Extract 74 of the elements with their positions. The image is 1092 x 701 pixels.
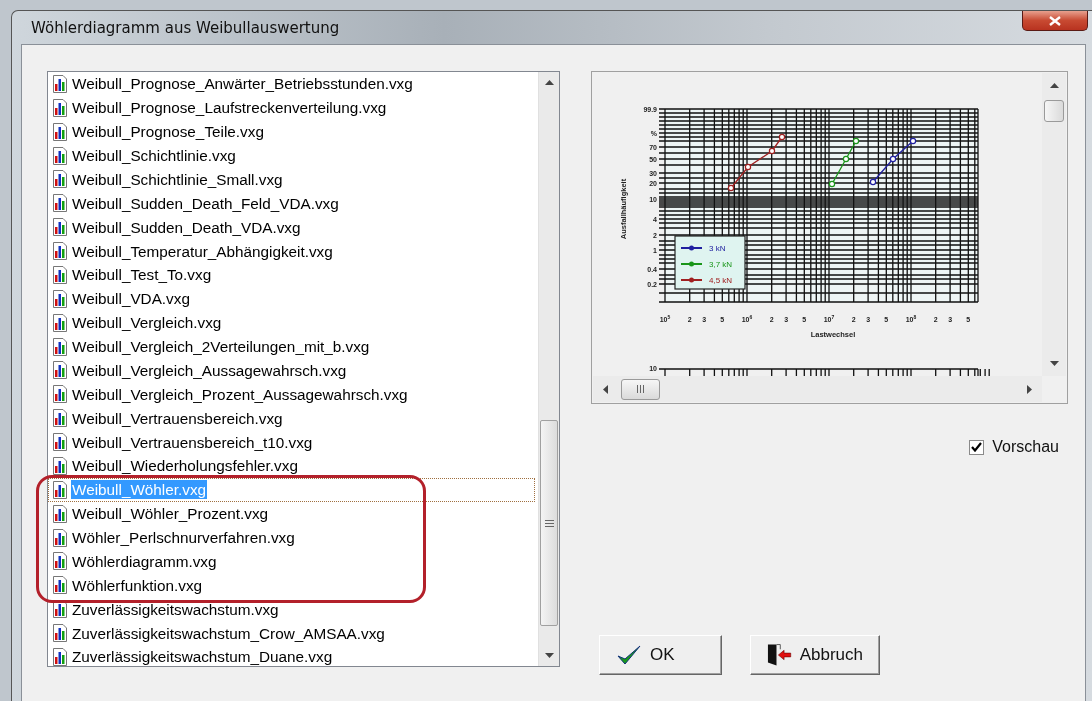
close-button[interactable] bbox=[1022, 11, 1088, 31]
file-list-item[interactable]: Wöhler_Perlschnurverfahren.vxg bbox=[48, 525, 535, 550]
chart-file-icon bbox=[52, 385, 68, 404]
chart-file-icon bbox=[52, 289, 68, 308]
file-list-item[interactable]: Weibull_Sudden_Death_VDA.vxg bbox=[48, 215, 535, 240]
chart-file-icon bbox=[52, 480, 68, 499]
chart-file-icon bbox=[52, 504, 68, 523]
file-list-item[interactable]: Weibull_Wiederholungsfehler.vxg bbox=[48, 454, 535, 478]
file-list-item[interactable]: Weibull_Wöhler_Prozent.vxg bbox=[48, 501, 535, 526]
legend-box bbox=[674, 235, 746, 290]
exit-door-icon bbox=[767, 643, 792, 667]
data-line bbox=[828, 137, 860, 188]
chart-file-icon bbox=[52, 552, 68, 571]
scroll-thumb[interactable] bbox=[1044, 100, 1064, 122]
scroll-left-icon[interactable] bbox=[603, 384, 608, 394]
ok-button[interactable]: OK bbox=[599, 635, 722, 675]
file-list-item[interactable]: Weibull_Vergleich_Aussagewahrsch.vxg bbox=[48, 358, 535, 383]
chart-file-icon bbox=[52, 242, 68, 261]
file-list-item[interactable]: Weibull_Vergleich_Prozent_Aussagewahrsch.vxg bbox=[48, 382, 535, 407]
chart-file-icon bbox=[52, 456, 68, 475]
file-list-item[interactable]: Weibull_Vertrauensbereich.vxg bbox=[48, 406, 535, 431]
file-list-item[interactable]: Weibull_VDA.vxg bbox=[48, 286, 535, 311]
chart-file-icon bbox=[52, 409, 68, 428]
legend-label: 3,7 kN bbox=[709, 260, 733, 269]
chart-file-icon bbox=[52, 576, 68, 595]
chart-file-icon bbox=[52, 528, 68, 547]
grip-icon bbox=[544, 519, 554, 527]
file-list-item[interactable]: Weibull_Temperatur_Abhängigkeit.vxg bbox=[48, 239, 535, 263]
data-line bbox=[727, 133, 786, 192]
checkmark-icon bbox=[616, 644, 642, 666]
checkbox[interactable] bbox=[969, 439, 985, 455]
chart-file-icon bbox=[52, 313, 68, 332]
file-list-item[interactable]: Weibull_Test_To.vxg bbox=[48, 263, 535, 287]
preview-checkbox[interactable]: Vorschau bbox=[969, 438, 1059, 456]
file-list-item[interactable]: Zuverlässigkeitswachstum.vxg bbox=[48, 597, 535, 622]
grip-icon bbox=[636, 385, 645, 393]
file-list-item[interactable]: Wöhlerfunktion.vxg bbox=[48, 573, 535, 598]
window-title: Wöhlerdiagramm aus Weibullauswertung bbox=[31, 18, 340, 37]
file-list-item[interactable]: Wöhlerdiagramm.vxg bbox=[48, 549, 535, 574]
scroll-up-icon[interactable] bbox=[1049, 83, 1059, 88]
file-list-item[interactable]: Weibull_Vergleich.vxg bbox=[48, 310, 535, 335]
legend-label: 4,5 kN bbox=[709, 276, 733, 285]
data-line bbox=[869, 137, 917, 186]
chart-file-icon bbox=[52, 361, 68, 380]
file-list-item[interactable]: Weibull_Vergleich_2Verteilungen_mit_b.vxg bbox=[48, 334, 535, 359]
chart-file-icon bbox=[52, 624, 68, 643]
file-list-item[interactable]: Weibull_Schichtlinie_Small.vxg bbox=[48, 167, 535, 192]
file-list-item[interactable]: Weibull_Prognose_Laufstreckenverteilung.vxg bbox=[48, 95, 535, 120]
scroll-thumb[interactable] bbox=[540, 420, 558, 626]
chart-file-icon bbox=[52, 122, 68, 141]
chart-file-icon bbox=[52, 337, 68, 356]
close-icon bbox=[1049, 15, 1061, 26]
chart-file-icon bbox=[52, 146, 68, 165]
cancel-button[interactable]: Abbruch bbox=[750, 635, 880, 675]
scroll-thumb[interactable] bbox=[621, 378, 660, 400]
chart-file-icon bbox=[52, 433, 68, 452]
file-list-item[interactable]: Weibull_Prognose_Anwärter_Betriebsstunden.vxg bbox=[48, 72, 535, 96]
file-list-item[interactable]: Weibull_Sudden_Death_Feld_VDA.vxg bbox=[48, 191, 535, 216]
scroll-up-icon[interactable] bbox=[544, 80, 554, 85]
file-list-item[interactable]: Zuverlässigkeitswachstum_Duane.vxg bbox=[48, 645, 535, 669]
file-list-item[interactable]: Zuverlässigkeitswachstum_Crow_AMSAA.vxg bbox=[48, 621, 535, 645]
chart-file-icon bbox=[52, 218, 68, 237]
scroll-down-icon[interactable] bbox=[544, 653, 554, 658]
chart-file-icon bbox=[52, 98, 68, 117]
chart-file-icon bbox=[52, 170, 68, 189]
scroll-right-icon[interactable] bbox=[1027, 384, 1032, 394]
file-list-item[interactable]: Weibull_Schichtlinie.vxg bbox=[48, 143, 535, 168]
legend-label: 3 kN bbox=[709, 244, 726, 253]
file-list-item[interactable]: Weibull_Prognose_Teile.vxg bbox=[48, 119, 535, 144]
scroll-down-icon[interactable] bbox=[1049, 361, 1059, 366]
chart-file-icon bbox=[52, 265, 68, 284]
chart-file-icon bbox=[52, 194, 68, 213]
chart-file-icon bbox=[52, 74, 68, 93]
file-list-item[interactable]: Weibull_Vertrauensbereich_t10.vxg bbox=[48, 430, 535, 454]
